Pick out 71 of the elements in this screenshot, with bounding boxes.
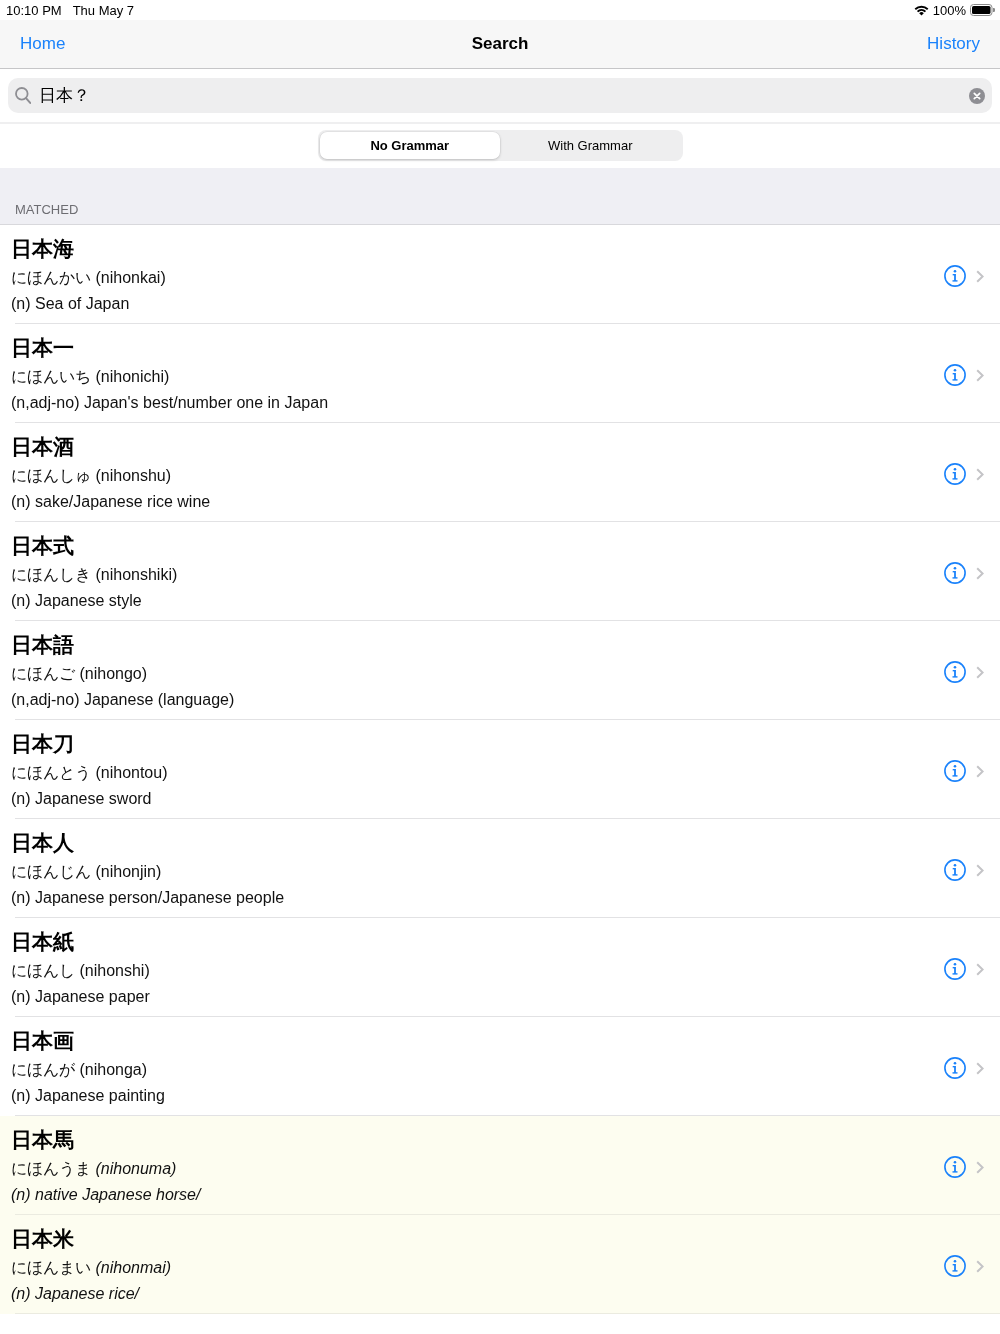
gloss-text: (n) Japanese paper: [11, 987, 150, 1007]
result-row[interactable]: 日本馬 にほんうま (nihonuma) (n) native Japanese horse/: [0, 1116, 1000, 1215]
headword: 日本画: [11, 1028, 74, 1054]
headword: 日本一: [11, 335, 74, 361]
reading-text: にほんじん (nihonjin): [11, 862, 162, 882]
reading-text: にほんうま (nihonuma): [11, 1159, 177, 1179]
search-field[interactable]: 日本？: [8, 78, 992, 113]
home-button[interactable]: Home: [20, 34, 66, 54]
chevron-icon: [976, 368, 984, 382]
history-button[interactable]: History: [927, 34, 980, 54]
gloss-text: (n,adj-no) Japan's best/number one in Japan: [11, 393, 329, 413]
info-icon[interactable]: [944, 463, 966, 485]
gloss-text: (n) Sea of Japan: [11, 294, 130, 314]
gloss-text: (n) Japanese sword: [11, 789, 152, 809]
reading-text: にほんかい (nihonkai): [11, 268, 166, 288]
section-title: MATCHED: [15, 202, 79, 217]
reading-text: にほんとう (nihontou): [11, 763, 168, 783]
gloss-text: (n) Japanese rice/: [11, 1284, 140, 1304]
info-icon[interactable]: [944, 562, 966, 584]
info-icon[interactable]: [944, 760, 966, 782]
segment-tab[interactable]: With Grammar: [500, 132, 681, 159]
status-time: 10:10 PM: [6, 2, 62, 18]
result-row[interactable]: 日本米 にほんまい (nihonmai) (n) Japanese rice/: [0, 1215, 1000, 1314]
headword: 日本紙: [11, 929, 74, 955]
gloss-text: (n) Japanese painting: [11, 1086, 165, 1106]
info-icon[interactable]: [944, 661, 966, 683]
reading-text: にほんが (nihonga): [11, 1060, 148, 1080]
segment-tab[interactable]: No Grammar: [319, 132, 500, 159]
reading-text: にほんまい (nihonmai): [11, 1258, 172, 1278]
chevron-icon: [976, 467, 984, 481]
headword: 日本式: [11, 533, 74, 559]
chevron-icon: [976, 665, 984, 679]
headword: 日本馬: [11, 1127, 74, 1153]
headword: 日本酒: [11, 434, 74, 460]
battery-percentage: 100%: [932, 2, 966, 18]
headword: 日本刀: [11, 731, 74, 757]
headword: 日本米: [11, 1226, 74, 1252]
chevron-icon: [976, 962, 984, 976]
chevron-icon: [976, 1160, 984, 1174]
chevron-icon: [976, 764, 984, 778]
chevron-icon: [976, 566, 984, 580]
headword: 日本人: [11, 830, 74, 856]
info-icon[interactable]: [944, 265, 966, 287]
nav-title: Search: [471, 34, 529, 54]
info-icon[interactable]: [944, 1156, 966, 1178]
info-icon[interactable]: [944, 859, 966, 881]
search-icon: [15, 87, 31, 104]
reading-text: にほんいち (nihonichi): [11, 367, 170, 387]
headword: 日本語: [11, 632, 74, 658]
gloss-text: (n) sake/Japanese rice wine: [11, 492, 211, 512]
chevron-icon: [976, 1061, 984, 1075]
gloss-text: (n) native Japanese horse/: [11, 1185, 201, 1205]
clear-icon[interactable]: [969, 88, 985, 104]
gloss-text: (n) Japanese person/Japanese people: [11, 888, 285, 908]
reading-text: にほんご (nihongo): [11, 664, 148, 684]
info-icon[interactable]: [944, 1255, 966, 1277]
wifi-icon: [913, 4, 929, 16]
battery-icon: [970, 4, 995, 16]
chevron-icon: [976, 1259, 984, 1273]
headword: 日本海: [11, 236, 74, 262]
info-icon[interactable]: [944, 364, 966, 386]
gloss-text: (n,adj-no) Japanese (language): [11, 690, 235, 710]
reading-text: にほんしゅ (nihonshu): [11, 466, 172, 486]
info-icon[interactable]: [944, 1057, 966, 1079]
chevron-icon: [976, 269, 984, 283]
status-date: Thu May 7: [72, 2, 135, 18]
chevron-icon: [976, 863, 984, 877]
gloss-text: (n) Japanese style: [11, 591, 142, 611]
reading-text: にほんしき (nihonshiki): [11, 565, 178, 585]
info-icon[interactable]: [944, 958, 966, 980]
reading-text: にほんし (nihonshi): [11, 961, 150, 981]
